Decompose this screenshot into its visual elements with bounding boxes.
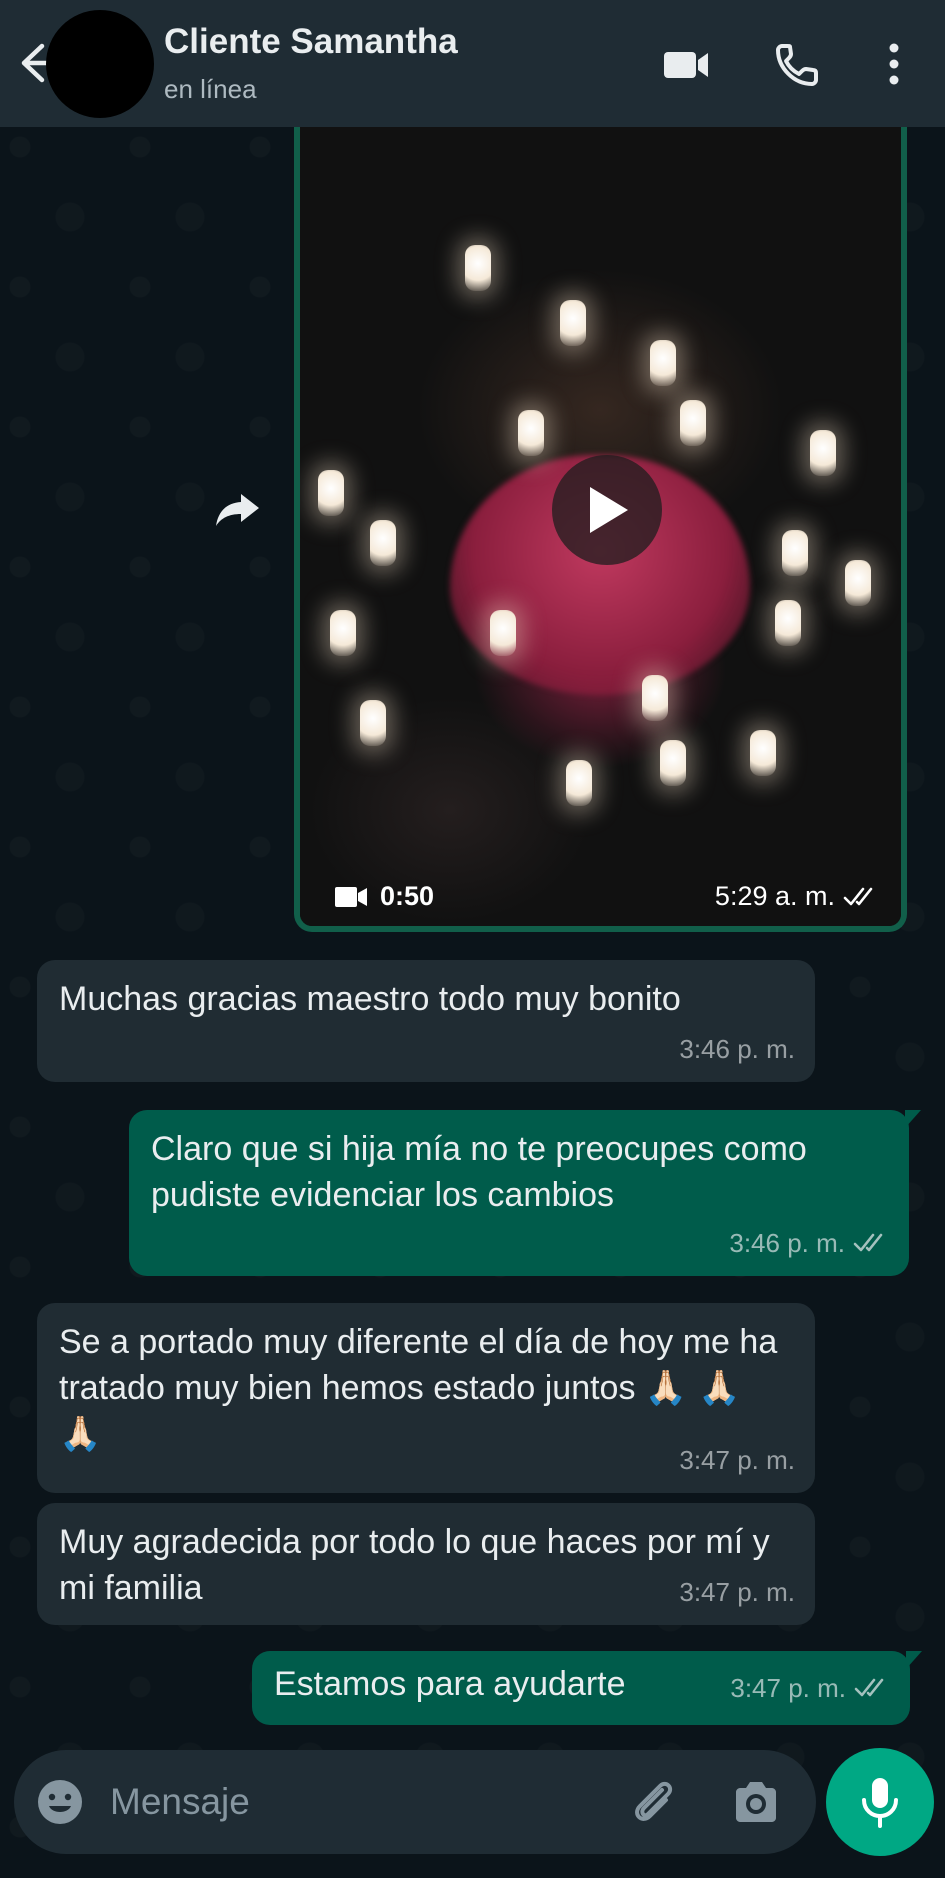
message-text: Claro que si hija mía no te preocupes co… (151, 1130, 807, 1214)
video-duration-text: 0:50 (380, 881, 435, 911)
outgoing-message[interactable]: Claro que si hija mía no te preocupes co… (129, 1110, 921, 1276)
attach-button[interactable] (628, 1776, 680, 1828)
contact-status: en línea (164, 74, 257, 104)
message-time-text: 3:46 p. m. (679, 1034, 795, 1064)
video-message[interactable]: 0:50 5:29 a. m. (294, 110, 907, 932)
message-time-text: 3:46 p. m. (729, 1228, 845, 1258)
incoming-message[interactable]: Se a portado muy diferente el día de hoy… (37, 1303, 815, 1493)
contact-name[interactable]: Cliente Samantha (164, 22, 458, 62)
forward-arrow-icon (216, 494, 259, 526)
double-check-icon (843, 887, 873, 905)
play-button[interactable] (552, 455, 662, 565)
video-call-button[interactable] (660, 40, 712, 88)
whatsapp-chat-screen: Cliente Samantha en línea 0:50 5:29 a. m… (0, 0, 945, 1878)
message-time-text: 3:47 p. m. (679, 1445, 795, 1475)
emoji-icon (38, 1780, 82, 1824)
forward-button[interactable] (213, 490, 263, 530)
emoji-button[interactable] (36, 1778, 84, 1826)
bubble-tail (906, 1651, 922, 1669)
message-time: 3:46 p. m. (679, 1026, 795, 1072)
camera-button[interactable] (730, 1778, 782, 1826)
vertical-dots-icon (889, 43, 899, 85)
double-check-icon (854, 1678, 884, 1697)
voice-call-button[interactable] (772, 40, 824, 88)
double-check-icon (853, 1233, 883, 1252)
chat-header: Cliente Samantha en línea (0, 0, 945, 127)
video-time-text: 5:29 a. m. (714, 881, 835, 911)
microphone-icon (862, 1778, 898, 1828)
camera-icon (736, 1782, 776, 1822)
video-camera-icon (335, 886, 367, 907)
message-text: Muchas gracias maestro todo muy bonito (59, 980, 681, 1018)
video-timestamp: 5:29 a. m. (715, 881, 879, 912)
paperclip-icon (635, 1781, 673, 1821)
message-time-text: 3:47 p. m. (730, 1673, 846, 1703)
message-time: 3:47 p. m. (679, 1569, 795, 1615)
message-time-text: 3:47 p. m. (679, 1577, 795, 1607)
outgoing-message[interactable]: Estamos para ayudarte 3:47 p. m. (252, 1651, 922, 1725)
incoming-message[interactable]: Muy agradecida por todo lo que haces por… (37, 1503, 815, 1625)
bubble-tail (905, 1110, 921, 1128)
message-time: 3:47 p. m. (730, 1665, 890, 1711)
menu-button[interactable] (870, 40, 918, 88)
microphone-button[interactable] (826, 1748, 934, 1856)
incoming-message[interactable]: Muchas gracias maestro todo muy bonito 3… (37, 960, 815, 1082)
message-time: 3:46 p. m. (729, 1220, 889, 1266)
video-camera-icon (664, 52, 708, 78)
message-time: 3:47 p. m. (679, 1437, 795, 1483)
avatar[interactable] (46, 10, 154, 118)
video-duration: 0:50 (334, 881, 434, 912)
play-icon (590, 487, 628, 533)
message-composer (14, 1750, 816, 1854)
phone-icon (776, 44, 818, 86)
message-input[interactable] (110, 1770, 610, 1834)
